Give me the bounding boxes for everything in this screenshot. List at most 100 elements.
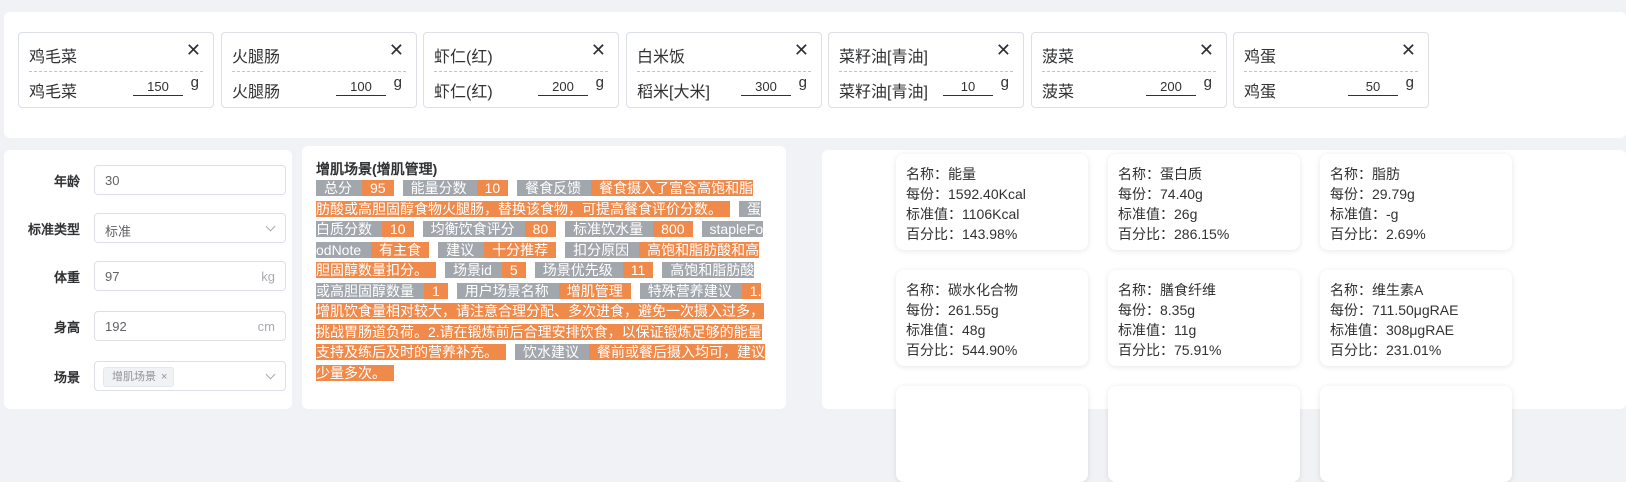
user-form-panel: 年龄 30 标准类型 标准 体重 97 kg 身高 192 cm 场景 增肌场景…: [4, 150, 292, 409]
close-icon[interactable]: ✕: [1401, 40, 1416, 61]
scene-field-key: 总分: [316, 180, 362, 196]
quantity-input[interactable]: [741, 77, 791, 96]
food-card: 鸡蛋 ✕ 鸡蛋 g: [1233, 32, 1429, 108]
scene-field-key: 特殊营养建议: [639, 282, 742, 299]
nutrient-standard: 标准值：11g: [1118, 322, 1197, 338]
weight-unit: kg: [261, 269, 275, 284]
food-title: 白米饭: [637, 49, 686, 66]
quantity-unit: g: [190, 74, 199, 91]
quantity-unit: g: [1405, 74, 1414, 91]
scene-field-value: 十分推荐: [484, 241, 557, 258]
scene-field-value: 80: [524, 221, 557, 237]
quantity-input[interactable]: [538, 77, 588, 96]
ingredient-name: 鸡毛菜: [29, 84, 78, 101]
food-title: 鸡蛋: [1244, 49, 1277, 66]
nutrient-name: 名称：能量: [906, 166, 976, 182]
scene-details: 总分 95 能量分数 10 餐食反馈 餐食摄入了富含高饱和脂肪酸或高胆固醇食物火腿肠，替换…: [316, 178, 766, 383]
nutrient-per-serving: 每份：261.55g: [906, 302, 999, 318]
food-card: 鸡毛菜 ✕ 鸡毛菜 g: [18, 32, 214, 108]
ingredient-row: 鸡毛菜 g: [29, 74, 203, 101]
food-selection-panel: 鸡毛菜✕鸡毛菜g火腿肠✕火腿肠g虾仁(红)✕虾仁(红)g白米饭✕稻米[大米]g菜…: [4, 12, 1626, 138]
tag-close-icon[interactable]: ×: [161, 371, 167, 383]
ingredient-name: 稻米[大米]: [637, 84, 710, 101]
food-card: 菠菜 ✕ 菠菜 g: [1031, 32, 1227, 108]
scene-field: 场景id 5: [445, 262, 535, 278]
scene-field-value: 10: [382, 221, 414, 237]
height-value: 192: [105, 319, 127, 334]
food-card-header: 白米饭 ✕: [637, 33, 811, 72]
height-input[interactable]: 192 cm: [94, 311, 286, 341]
close-icon[interactable]: ✕: [389, 40, 404, 61]
chevron-down-icon: [265, 221, 276, 232]
age-row: 年龄 30: [4, 162, 292, 198]
nutrient-card: 名称：碳水化合物 每份：261.55g 标准值：48g 百分比：544.90%: [896, 270, 1088, 366]
scene-field-key: 标准饮水量: [565, 221, 654, 237]
scene-field-value: 1: [424, 282, 448, 299]
standard-type-row: 标准类型 标准: [4, 210, 292, 246]
ingredient-row: 稻米[大米] g: [637, 74, 811, 101]
scene-field-key: 用户场景名称: [456, 282, 559, 299]
scene-field-value: 有主食: [371, 241, 430, 258]
nutrient-card: [1108, 386, 1300, 482]
nutrient-panel: 名称：能量 每份：1592.40Kcal 标准值：1106Kcal 百分比：143.9…: [822, 150, 1626, 482]
quantity-input[interactable]: [943, 77, 993, 96]
food-card: 虾仁(红) ✕ 虾仁(红) g: [423, 32, 619, 108]
scene-field-value: 800: [653, 221, 693, 237]
ingredient-row: 菜籽油[青油] g: [839, 74, 1013, 101]
standard-type-label: 标准类型: [27, 222, 80, 237]
scene-field-key: 能量分数: [402, 180, 477, 196]
age-input[interactable]: 30: [94, 165, 286, 195]
weight-value: 97: [105, 269, 120, 284]
food-title: 菜籽油[青油]: [839, 49, 928, 66]
scene-field: 场景优先级 11: [534, 262, 663, 278]
nutrient-percentage: 百分比：2.69%: [1330, 226, 1426, 242]
nutrient-name: 名称：蛋白质: [1118, 166, 1202, 182]
ingredient-name: 菠菜: [1042, 84, 1075, 101]
food-card: 火腿肠 ✕ 火腿肠 g: [221, 32, 417, 108]
scene-field-key: 餐食反馈: [517, 180, 592, 196]
scene-field: 建议 十分推荐: [438, 241, 565, 258]
food-card-header: 菜籽油[青油] ✕: [839, 33, 1013, 72]
close-icon[interactable]: ✕: [186, 40, 201, 61]
food-card: 白米饭 ✕ 稻米[大米] g: [626, 32, 822, 108]
quantity-input[interactable]: [1146, 77, 1196, 96]
nutrient-card: [1320, 386, 1512, 482]
ingredient-name: 虾仁(红): [434, 84, 493, 101]
scene-field: 能量分数 10: [402, 180, 518, 196]
scene-field-key: 建议: [438, 241, 485, 258]
close-icon[interactable]: ✕: [1199, 40, 1214, 61]
close-icon[interactable]: ✕: [794, 40, 809, 61]
food-card-header: 火腿肠 ✕: [232, 33, 406, 72]
scene-field-key: 均衡饮食评分: [422, 221, 525, 237]
scene-field-value: 增肌管理: [558, 282, 631, 299]
nutrient-per-serving: 每份：1592.40Kcal: [906, 186, 1026, 202]
scene-field: 总分 95: [316, 180, 403, 196]
food-card: 菜籽油[青油] ✕ 菜籽油[青油] g: [828, 32, 1024, 108]
scene-field-value: 11: [622, 262, 654, 278]
age-value: 30: [105, 173, 120, 188]
nutrient-standard: 标准值：1106Kcal: [906, 206, 1020, 222]
nutrient-per-serving: 每份：29.79g: [1330, 186, 1415, 202]
nutrient-per-serving: 每份：74.40g: [1118, 186, 1203, 202]
food-card-header: 菠菜 ✕: [1042, 33, 1216, 72]
scene-select[interactable]: 增肌场景 ×: [94, 361, 286, 391]
nutrient-percentage: 百分比：544.90%: [906, 342, 1018, 358]
food-card-header: 虾仁(红) ✕: [434, 33, 608, 72]
scene-title: 增肌场景(增肌管理): [316, 161, 438, 177]
scene-field-value: 5: [501, 262, 526, 278]
ingredient-row: 虾仁(红) g: [434, 74, 608, 101]
quantity-unit: g: [595, 74, 604, 91]
nutrient-card: 名称：能量 每份：1592.40Kcal 标准值：1106Kcal 百分比：143.9…: [896, 154, 1088, 250]
weight-input[interactable]: 97 kg: [94, 261, 286, 291]
quantity-unit: g: [798, 74, 807, 91]
age-label: 年龄: [53, 174, 80, 189]
nutrient-percentage: 百分比：231.01%: [1330, 342, 1442, 358]
close-icon[interactable]: ✕: [591, 40, 606, 61]
quantity-input[interactable]: [336, 77, 386, 96]
quantity-input[interactable]: [133, 77, 183, 96]
nutrient-card: [896, 386, 1088, 482]
quantity-input[interactable]: [1348, 77, 1398, 96]
standard-type-select[interactable]: 标准: [94, 213, 286, 243]
nutrient-standard: 标准值：48g: [906, 322, 986, 338]
close-icon[interactable]: ✕: [996, 40, 1011, 61]
